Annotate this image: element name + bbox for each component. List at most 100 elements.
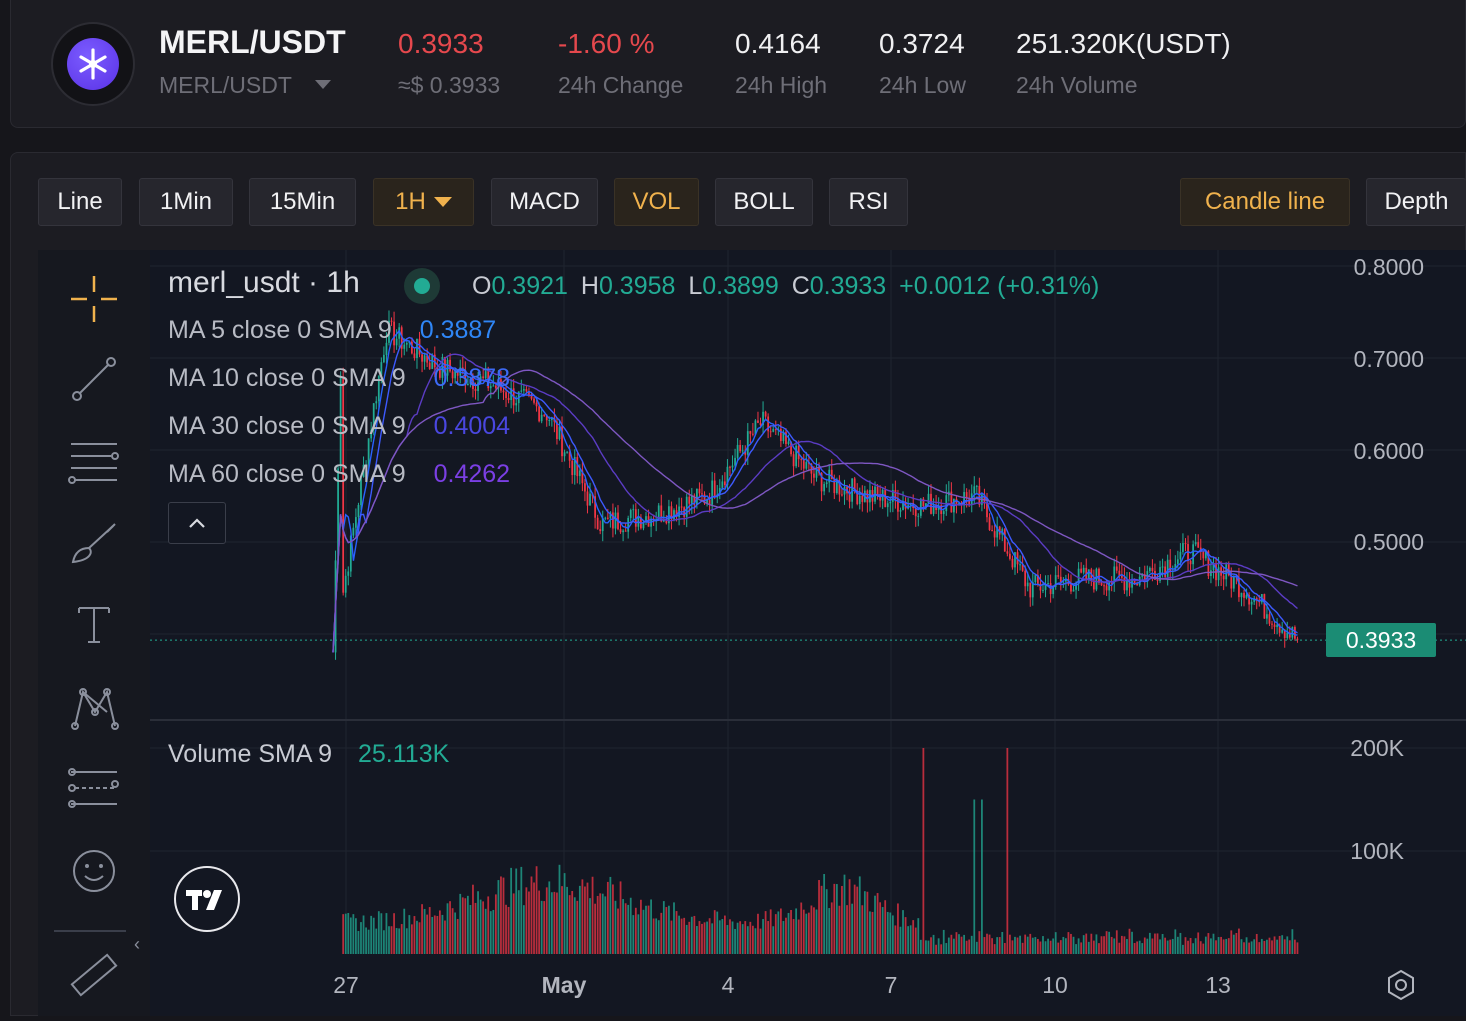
boll-button[interactable]: BOLL bbox=[715, 178, 813, 226]
volume-bar bbox=[1253, 939, 1256, 954]
volume-bar bbox=[634, 907, 637, 954]
volume-bar bbox=[477, 891, 479, 954]
volume-bar bbox=[1052, 938, 1055, 954]
ma5-legend: MA 5 close 0 SMA 9 0.3887 bbox=[168, 316, 497, 344]
candle-body bbox=[825, 482, 828, 485]
candle-body bbox=[731, 465, 734, 468]
candle-body bbox=[696, 488, 698, 505]
drawing-toolbar: ‹ bbox=[38, 250, 150, 1016]
volume-bar bbox=[469, 905, 472, 954]
volume-bar bbox=[1039, 941, 1042, 954]
candle-body bbox=[515, 403, 518, 406]
volume-bar bbox=[1283, 939, 1286, 954]
volume-bar bbox=[1148, 932, 1151, 954]
volume-bar bbox=[917, 918, 920, 954]
chart-settings-button[interactable] bbox=[1384, 968, 1418, 1007]
volume-bar bbox=[858, 876, 861, 954]
macd-button[interactable]: MACD bbox=[491, 178, 598, 226]
candle-body bbox=[1156, 579, 1159, 581]
volume-bar bbox=[441, 914, 444, 954]
volume-bar bbox=[1047, 938, 1049, 954]
token-logo bbox=[51, 22, 135, 106]
volume-bar bbox=[1271, 940, 1273, 954]
candle-body bbox=[1034, 575, 1037, 583]
trend-line-tool[interactable] bbox=[38, 354, 150, 404]
volume-bar bbox=[1087, 941, 1090, 954]
volume-bar bbox=[1243, 942, 1245, 954]
candle-body bbox=[1176, 559, 1179, 564]
rsi-button[interactable]: RSI bbox=[829, 178, 908, 226]
pattern-tool[interactable] bbox=[38, 682, 150, 732]
volume-bar bbox=[805, 913, 808, 954]
volume-bar bbox=[543, 901, 546, 954]
volume-bar bbox=[797, 919, 800, 954]
volume-bar bbox=[515, 868, 518, 954]
candle-body bbox=[713, 480, 716, 498]
volume-bar bbox=[446, 903, 449, 954]
volume-bar bbox=[825, 889, 828, 954]
brush-tool[interactable] bbox=[38, 518, 150, 568]
volume-bar bbox=[357, 930, 360, 954]
candle-body bbox=[563, 452, 566, 457]
volume-label: 24h Volume bbox=[1016, 72, 1138, 98]
candle-body bbox=[543, 414, 546, 416]
volume-bar bbox=[1169, 939, 1172, 954]
volume-bar bbox=[520, 866, 523, 954]
volume-bar bbox=[1159, 939, 1161, 954]
volume-bar bbox=[558, 864, 561, 954]
candle-body bbox=[1286, 632, 1289, 639]
candle-body bbox=[584, 483, 586, 492]
candle-line-button[interactable]: Candle line bbox=[1180, 178, 1350, 226]
candle-body bbox=[1057, 575, 1060, 577]
depth-button[interactable]: Depth bbox=[1366, 178, 1466, 226]
y-tick: 0.5000 bbox=[1353, 529, 1424, 555]
volume-bar bbox=[998, 937, 1001, 954]
interval-1h-dropdown[interactable]: 1H bbox=[373, 178, 474, 226]
volume-bar bbox=[372, 917, 375, 954]
candle-body bbox=[533, 398, 535, 403]
chevron-down-icon[interactable] bbox=[315, 80, 331, 89]
volume-bar bbox=[1003, 942, 1006, 954]
collapse-left-icon[interactable]: ‹ bbox=[134, 934, 140, 955]
candle-body bbox=[774, 429, 777, 431]
volume-bar bbox=[1248, 942, 1250, 954]
high-value: 0.4164 bbox=[735, 28, 821, 59]
volume-bar bbox=[370, 915, 373, 954]
text-tool[interactable] bbox=[38, 600, 150, 650]
volume-bar bbox=[1266, 939, 1268, 954]
volume-bar bbox=[355, 918, 357, 954]
candle-body bbox=[1026, 582, 1029, 587]
volume-bar bbox=[693, 915, 696, 954]
crosshair-tool[interactable] bbox=[38, 274, 150, 324]
vol-button[interactable]: VOL bbox=[614, 178, 699, 226]
fib-tool[interactable] bbox=[38, 436, 150, 486]
ruler-tool[interactable] bbox=[38, 950, 150, 1004]
volume-bar bbox=[449, 901, 451, 954]
volume-bar bbox=[782, 921, 785, 954]
interval-15min-button[interactable]: 15Min bbox=[249, 178, 356, 226]
emoji-tool[interactable] bbox=[38, 846, 150, 896]
volume-bar bbox=[723, 915, 726, 954]
interval-1min-button[interactable]: 1Min bbox=[139, 178, 233, 226]
collapse-legend-button[interactable] bbox=[168, 502, 226, 544]
volume-bar bbox=[347, 912, 350, 954]
line-button[interactable]: Line bbox=[38, 178, 122, 226]
candle-body bbox=[1273, 624, 1276, 627]
pair-selector[interactable]: MERL/USDT bbox=[159, 72, 292, 99]
volume-bar bbox=[876, 893, 879, 954]
volume-bar bbox=[533, 882, 535, 954]
volume-y-tick: 100K bbox=[1350, 838, 1404, 864]
prediction-tool[interactable] bbox=[38, 764, 150, 814]
volume-bar bbox=[642, 909, 645, 954]
ma30-legend: MA 30 close 0 SMA 9 0.4004 bbox=[168, 412, 511, 440]
volume-y-tick: 200K bbox=[1350, 735, 1404, 761]
volume-bar bbox=[561, 886, 563, 954]
volume-bar bbox=[1182, 944, 1184, 954]
volume-bar bbox=[795, 908, 798, 954]
candle-body bbox=[736, 444, 739, 458]
candle-body bbox=[917, 515, 920, 517]
volume-bar bbox=[540, 900, 543, 954]
candle-body bbox=[1271, 623, 1273, 625]
volume-bar bbox=[1120, 935, 1123, 954]
candle-body bbox=[1222, 575, 1225, 580]
